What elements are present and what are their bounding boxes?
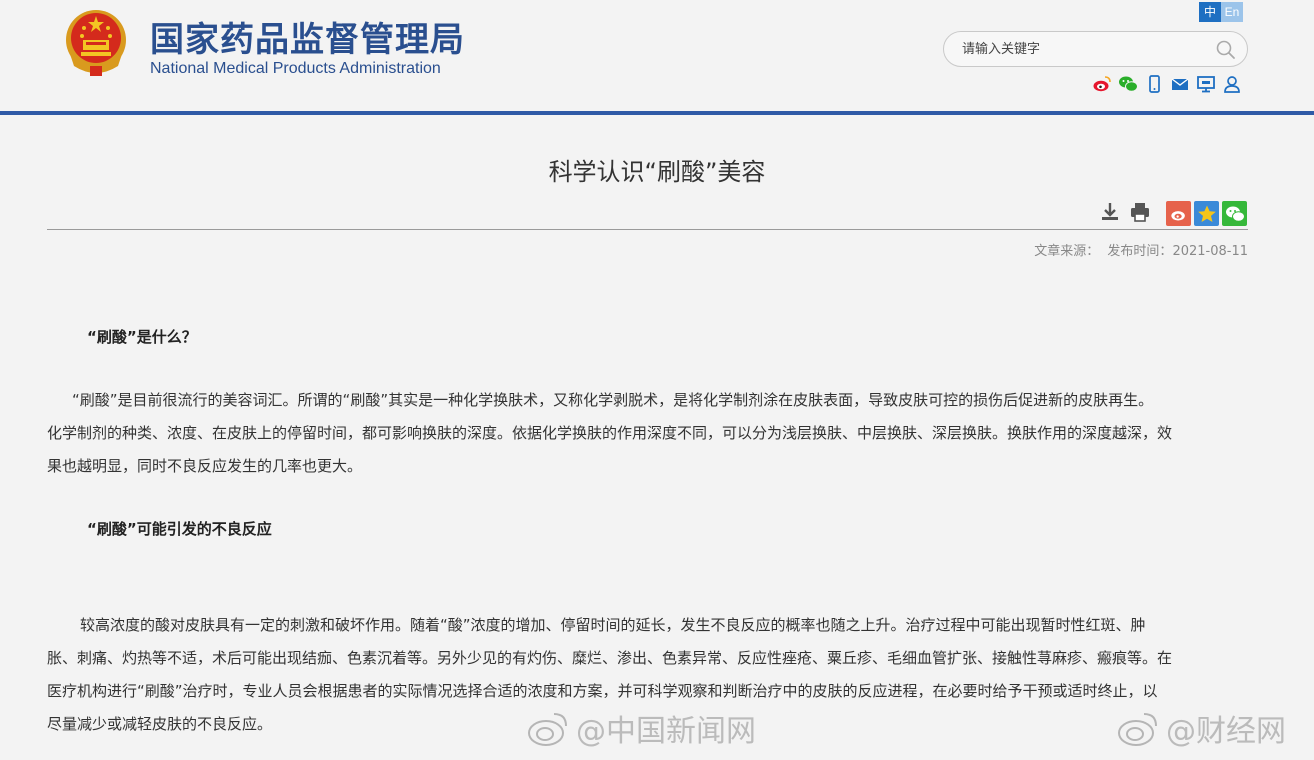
publish-date: 2021-08-11 xyxy=(1172,244,1248,259)
wechat-share-icon[interactable] xyxy=(1222,201,1247,226)
weibo-watermark-icon xyxy=(1118,713,1157,746)
paragraph-line: 较高浓度的酸对皮肤具有一定的刺激和破坏作用。随着“酸”浓度的增加、停留时间的延长… xyxy=(80,616,1146,634)
site-header: 国家药品监督管理局 National Medical Products Admi… xyxy=(0,0,1314,110)
paragraph-line: 医疗机构进行“刷酸”治疗时，专业人员会根据患者的实际情况选择合适的浓度和方案，并… xyxy=(47,682,1158,700)
site-name-en[interactable]: National Medical Products Administration xyxy=(150,60,441,78)
national-emblem-logo[interactable] xyxy=(62,6,130,78)
print-icon[interactable] xyxy=(1129,201,1151,223)
watermark-text: @中国新闻网 xyxy=(576,714,756,749)
search-icon[interactable] xyxy=(1215,39,1237,61)
date-label: 发布时间： xyxy=(1107,244,1173,259)
language-switch: 中 En xyxy=(1199,2,1243,22)
paragraph-line: 果也越明显，同时不良反应发生的几率也更大。 xyxy=(47,457,363,475)
weibo-icon[interactable] xyxy=(1092,74,1112,94)
paragraph-line: “刷酸”是目前很流行的美容词汇。所谓的“刷酸”其实是一种化学换肤术，又称化学剥脱… xyxy=(72,391,1154,409)
lang-cn-button[interactable]: 中 xyxy=(1199,2,1221,22)
title-divider xyxy=(47,229,1248,230)
user-icon[interactable] xyxy=(1222,74,1242,94)
source-label: 文章来源： xyxy=(1034,244,1100,259)
wechat-icon[interactable] xyxy=(1118,74,1138,94)
header-divider xyxy=(0,111,1314,115)
mobile-icon[interactable] xyxy=(1144,74,1164,94)
section-heading: “刷酸”可能引发的不良反应 xyxy=(87,520,272,538)
watermark-caijing: @财经网 xyxy=(1116,706,1286,750)
search-box xyxy=(943,31,1248,67)
paragraph-line: 胀、刺痛、灼热等不适，术后可能出现结痂、色素沉着等。另外少见的有灼伤、糜烂、渗出… xyxy=(47,649,1173,667)
download-icon[interactable] xyxy=(1099,201,1121,223)
search-input[interactable] xyxy=(962,39,1212,59)
article-meta: 文章来源： 发布时间：2021-08-11 xyxy=(1030,240,1248,259)
section-heading: “刷酸”是什么？ xyxy=(87,328,197,346)
section-paragraph: “刷酸”是目前很流行的美容词汇。所谓的“刷酸”其实是一种化学换肤术，又称化学剥脱… xyxy=(47,384,1253,483)
share-buttons xyxy=(1166,201,1247,226)
social-links xyxy=(1092,74,1242,94)
article-title: 科学认识“刷酸”美容 xyxy=(548,158,766,186)
lang-en-button[interactable]: En xyxy=(1221,2,1243,22)
weibo-share-icon[interactable] xyxy=(1166,201,1191,226)
weibo-watermark-icon xyxy=(528,713,567,746)
desktop-icon[interactable] xyxy=(1196,74,1216,94)
watermark-text: @财经网 xyxy=(1166,714,1286,749)
favorite-star-icon[interactable] xyxy=(1194,201,1219,226)
paragraph-line: 化学制剂的种类、浓度、在皮肤上的停留时间，都可影响换肤的深度。依据化学换肤的作用… xyxy=(47,424,1173,442)
mail-icon[interactable] xyxy=(1170,74,1190,94)
site-name-cn[interactable]: 国家药品监督管理局 xyxy=(150,12,465,61)
article-tools xyxy=(1099,201,1151,223)
watermark-chinanews: @中国新闻网 xyxy=(526,706,756,750)
